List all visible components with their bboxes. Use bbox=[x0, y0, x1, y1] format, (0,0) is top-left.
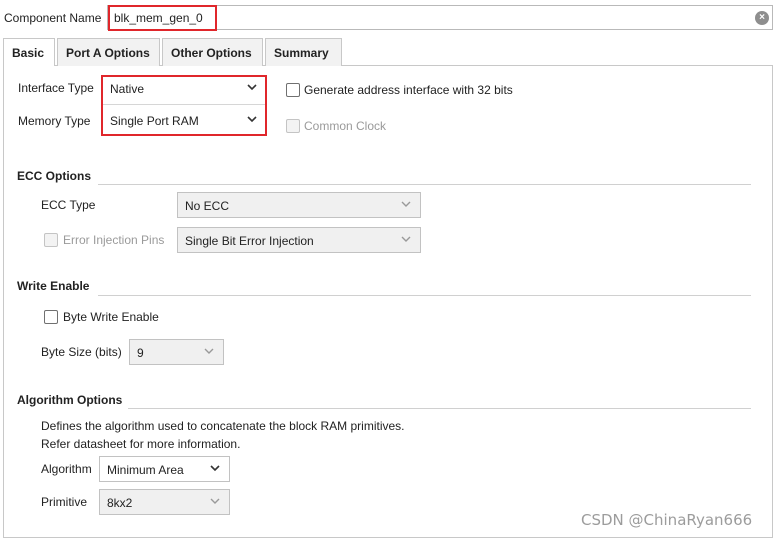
error-injection-label: Error Injection Pins bbox=[63, 233, 165, 247]
error-injection-select[interactable]: Single Bit Error Injection bbox=[177, 227, 421, 253]
chevron-down-icon bbox=[209, 462, 221, 474]
byte-write-label: Byte Write Enable bbox=[63, 310, 159, 324]
chevron-down-icon bbox=[400, 198, 412, 210]
algorithm-options-title: Algorithm Options bbox=[17, 393, 123, 407]
type-divider bbox=[103, 104, 265, 105]
ecc-options-title: ECC Options bbox=[17, 169, 91, 183]
type-highlight-box bbox=[101, 75, 267, 136]
chevron-down-icon bbox=[400, 233, 412, 245]
primitive-value: 8kx2 bbox=[107, 496, 133, 510]
error-injection-value: Single Bit Error Injection bbox=[185, 234, 314, 248]
memory-type-label: Memory Type bbox=[18, 114, 91, 128]
common-clock-label: Common Clock bbox=[304, 119, 387, 133]
error-injection-checkbox[interactable] bbox=[44, 233, 58, 247]
interface-type-label: Interface Type bbox=[18, 81, 94, 95]
component-name-highlight bbox=[108, 5, 217, 31]
tab-port-a-options[interactable]: Port A Options bbox=[57, 38, 160, 66]
watermark: CSDN @ChinaRyan666 bbox=[581, 511, 753, 529]
algorithm-desc-line2: Refer datasheet for more information. bbox=[41, 437, 241, 451]
chevron-down-icon bbox=[203, 345, 215, 357]
ecc-type-value: No ECC bbox=[185, 199, 230, 213]
primitive-select[interactable]: 8kx2 bbox=[99, 489, 230, 515]
algorithm-value: Minimum Area bbox=[107, 463, 184, 477]
byte-size-select[interactable]: 9 bbox=[129, 339, 224, 365]
tab-summary[interactable]: Summary bbox=[265, 38, 342, 66]
chevron-down-icon bbox=[209, 495, 221, 507]
algorithm-label: Algorithm bbox=[41, 462, 92, 476]
byte-size-value: 9 bbox=[137, 346, 144, 360]
write-enable-divider bbox=[98, 295, 751, 296]
gen-address-checkbox[interactable] bbox=[286, 83, 300, 97]
tab-other-options[interactable]: Other Options bbox=[162, 38, 263, 66]
primitive-label: Primitive bbox=[41, 495, 88, 509]
tab-basic[interactable]: Basic bbox=[3, 38, 55, 67]
ecc-type-select[interactable]: No ECC bbox=[177, 192, 421, 218]
algorithm-select[interactable]: Minimum Area bbox=[99, 456, 230, 482]
algorithm-divider bbox=[128, 408, 751, 409]
ecc-divider bbox=[98, 184, 751, 185]
component-name-label: Component Name bbox=[4, 11, 102, 25]
ecc-type-label: ECC Type bbox=[41, 198, 96, 212]
byte-size-label: Byte Size (bits) bbox=[41, 345, 122, 359]
byte-write-checkbox[interactable] bbox=[44, 310, 58, 324]
common-clock-checkbox[interactable] bbox=[286, 119, 300, 133]
algorithm-desc-line1: Defines the algorithm used to concatenat… bbox=[41, 419, 405, 433]
clear-icon[interactable]: × bbox=[755, 11, 769, 25]
write-enable-title: Write Enable bbox=[17, 279, 90, 293]
gen-address-label: Generate address interface with 32 bits bbox=[304, 83, 513, 97]
tab-bar: Basic Port A Options Other Options Summa… bbox=[3, 38, 773, 67]
